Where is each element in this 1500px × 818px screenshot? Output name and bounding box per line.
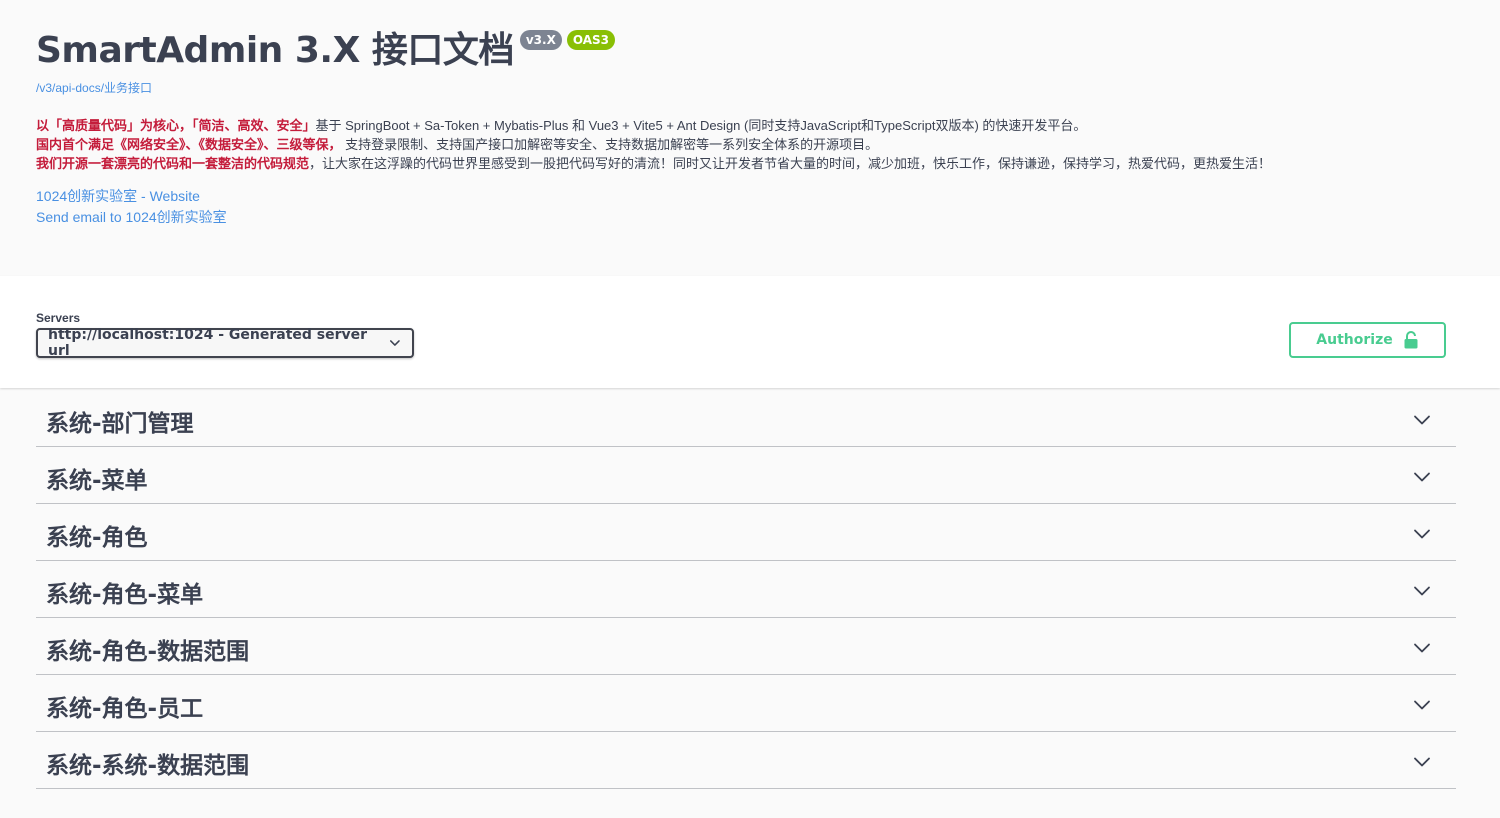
servers-select[interactable]: http://localhost:1024 - Generated server… bbox=[36, 327, 414, 359]
chevron-down-icon bbox=[1414, 643, 1430, 653]
chevron-down-icon bbox=[1414, 529, 1430, 539]
oas-badge: OAS3 bbox=[566, 30, 616, 50]
chevron-down-icon bbox=[1414, 415, 1430, 425]
tag-section[interactable]: 系统-角色-数据范围 bbox=[36, 618, 1456, 675]
servers-selected-value: http://localhost:1024 - Generated server… bbox=[48, 327, 368, 359]
tag-title: 系统-菜单 bbox=[46, 468, 148, 494]
description-highlight: 以「高质量代码」为核心，「简洁、高效、安全」 bbox=[36, 118, 316, 133]
tag-title: 系统-角色-菜单 bbox=[46, 582, 204, 608]
tag-section[interactable]: 系统-部门管理 bbox=[36, 390, 1456, 447]
tag-section[interactable]: 系统-系统-数据范围 bbox=[36, 732, 1456, 789]
contact-links: 1024创新实验室 - Website Send email to 1024创新… bbox=[36, 186, 1464, 228]
page-title: SmartAdmin 3.X 接口文档 bbox=[36, 30, 514, 71]
scheme-container: Servers http://localhost:1024 - Generate… bbox=[0, 276, 1500, 388]
chevron-down-icon bbox=[1414, 472, 1430, 482]
version-badge: v3.X bbox=[519, 30, 562, 50]
email-link[interactable]: Send email to 1024创新实验室 bbox=[36, 207, 1464, 228]
description-line-3: 我们开源一套漂亮的代码和一套整洁的代码规范，让大家在这浮躁的代码世界里感受到一股… bbox=[36, 154, 1464, 173]
tag-section[interactable]: 系统-菜单 bbox=[36, 447, 1456, 504]
description-highlight: 我们开源一套漂亮的代码和一套整洁的代码规范 bbox=[36, 156, 310, 171]
chevron-down-icon bbox=[1414, 586, 1430, 596]
authorize-label: Authorize bbox=[1316, 332, 1393, 348]
chevron-down-icon bbox=[1414, 757, 1430, 767]
description-line-1: 以「高质量代码」为核心，「简洁、高效、安全」基于 SpringBoot + Sa… bbox=[36, 116, 1464, 135]
tag-list: 系统-部门管理 系统-菜单 系统-角色 系统-角色-菜单 系统-角色-数据范围 … bbox=[0, 390, 1500, 789]
title-row: SmartAdmin 3.X 接口文档 v3.X OAS3 bbox=[36, 28, 1464, 74]
description-text: ，让大家在这浮躁的代码世界里感受到一股把代码写好的清流！同时又让开发者节省大量的… bbox=[309, 156, 1272, 171]
description-text: 支持登录限制、支持国产接口加解密等安全、支持数据加解密等一系列安全体系的开源项目… bbox=[341, 137, 879, 152]
tag-section[interactable]: 系统-角色-菜单 bbox=[36, 561, 1456, 618]
spec-url-link[interactable]: /v3/api-docs/业务接口 bbox=[36, 79, 1464, 96]
api-info-section: SmartAdmin 3.X 接口文档 v3.X OAS3 /v3/api-do… bbox=[0, 0, 1500, 276]
description-text: 基于 SpringBoot + Sa-Token + Mybatis-Plus … bbox=[315, 118, 1087, 133]
tag-title: 系统-系统-数据范围 bbox=[46, 753, 250, 779]
unlocked-padlock-icon bbox=[1404, 331, 1418, 349]
tag-title: 系统-角色-员工 bbox=[46, 696, 204, 722]
tag-title: 系统-角色 bbox=[46, 525, 148, 551]
chevron-down-icon bbox=[1414, 700, 1430, 710]
api-description: 以「高质量代码」为核心，「简洁、高效、安全」基于 SpringBoot + Sa… bbox=[36, 116, 1464, 173]
description-highlight: 国内首个满足《网络安全》、《数据安全》、三级等保， bbox=[36, 137, 342, 152]
tag-section[interactable]: 系统-角色 bbox=[36, 504, 1456, 561]
description-line-2: 国内首个满足《网络安全》、《数据安全》、三级等保， 支持登录限制、支持国产接口加… bbox=[36, 135, 1464, 154]
servers-label: Servers bbox=[36, 311, 81, 325]
authorize-button[interactable]: Authorize bbox=[1289, 322, 1446, 358]
website-link[interactable]: 1024创新实验室 - Website bbox=[36, 186, 1464, 207]
tag-section[interactable]: 系统-角色-员工 bbox=[36, 675, 1456, 732]
tag-title: 系统-角色-数据范围 bbox=[46, 639, 250, 665]
tag-title: 系统-部门管理 bbox=[46, 411, 194, 437]
chevron-down-icon bbox=[390, 340, 401, 346]
